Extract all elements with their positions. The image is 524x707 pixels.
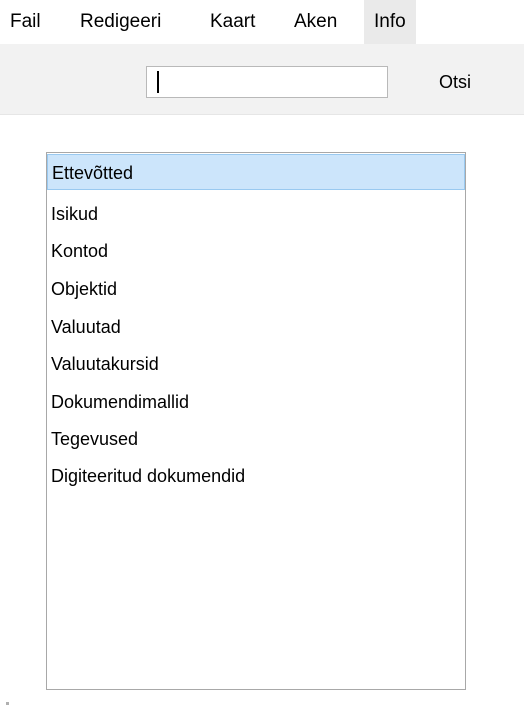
resize-corner-mark — [6, 702, 9, 705]
menu-item-kaart[interactable]: Kaart — [200, 0, 265, 44]
list-item-objektid[interactable]: Objektid — [47, 271, 465, 307]
list-item-dokumendimallid[interactable]: Dokumendimallid — [47, 384, 465, 420]
search-button[interactable]: Otsi — [418, 64, 492, 100]
menu-bar: Fail Redigeeri Kaart Aken Info — [0, 0, 524, 44]
list-item-kontod[interactable]: Kontod — [47, 233, 465, 269]
search-input[interactable] — [146, 66, 388, 98]
menu-item-fail[interactable]: Fail — [0, 0, 51, 44]
list-item-tegevused[interactable]: Tegevused — [47, 421, 465, 457]
list-item-valuutad[interactable]: Valuutad — [47, 309, 465, 345]
list-item-ettevotted[interactable]: Ettevõtted — [47, 154, 465, 190]
menu-item-redigeeri[interactable]: Redigeeri — [70, 0, 171, 44]
toolbar: Otsi — [0, 44, 524, 115]
menu-item-info[interactable]: Info — [364, 0, 416, 44]
list-item-valuutakursid[interactable]: Valuutakursid — [47, 346, 465, 382]
list-item-digiteeritud-dokumendid[interactable]: Digiteeritud dokumendid — [47, 458, 465, 494]
text-caret — [157, 71, 159, 93]
menu-item-aken[interactable]: Aken — [284, 0, 347, 44]
list-item-isikud[interactable]: Isikud — [47, 196, 465, 232]
register-list[interactable]: Ettevõtted Isikud Kontod Objektid Valuut… — [46, 152, 466, 690]
